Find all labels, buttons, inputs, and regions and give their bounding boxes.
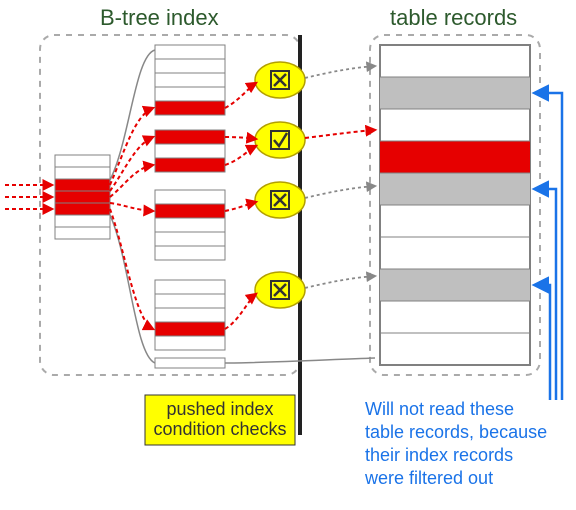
leaf-to-check	[225, 202, 256, 211]
leaf-sliver	[155, 358, 225, 368]
leaf-block	[155, 280, 225, 350]
leaf-to-check	[225, 294, 256, 329]
note-line: their index records	[365, 445, 513, 465]
root-node	[55, 155, 110, 239]
leaf-block	[155, 190, 225, 260]
check-to-table-pass	[305, 130, 375, 138]
leaf-block	[155, 45, 225, 115]
check-to-table	[305, 276, 375, 288]
note-line: Will not read these	[365, 399, 514, 419]
tree-edge-active	[110, 108, 153, 185]
diagram-canvas: B-tree index table records	[0, 0, 576, 510]
check-to-table	[305, 66, 375, 78]
tree-edge-active	[110, 209, 153, 329]
table-records	[380, 45, 530, 365]
check-node-fail	[255, 62, 305, 98]
check-node-pass	[255, 122, 305, 158]
note-line: were filtered out	[364, 468, 493, 488]
tree-edge	[110, 50, 155, 180]
tree-edge-active	[110, 203, 153, 211]
check-to-table	[305, 186, 375, 198]
leaf-to-check	[225, 83, 256, 108]
leaf-to-check	[225, 146, 256, 165]
note-arrow	[535, 285, 550, 400]
leaf-to-check	[225, 137, 256, 139]
btree-title: B-tree index	[100, 5, 219, 30]
table-title: table records	[390, 5, 517, 30]
tree-edge	[110, 215, 155, 363]
check-node-fail	[255, 182, 305, 218]
caption-line2: condition checks	[153, 419, 286, 439]
caption-line1: pushed index	[166, 399, 273, 419]
leaf-block	[155, 130, 225, 172]
note-line: table records, because	[365, 422, 547, 442]
check-node-fail	[255, 272, 305, 308]
